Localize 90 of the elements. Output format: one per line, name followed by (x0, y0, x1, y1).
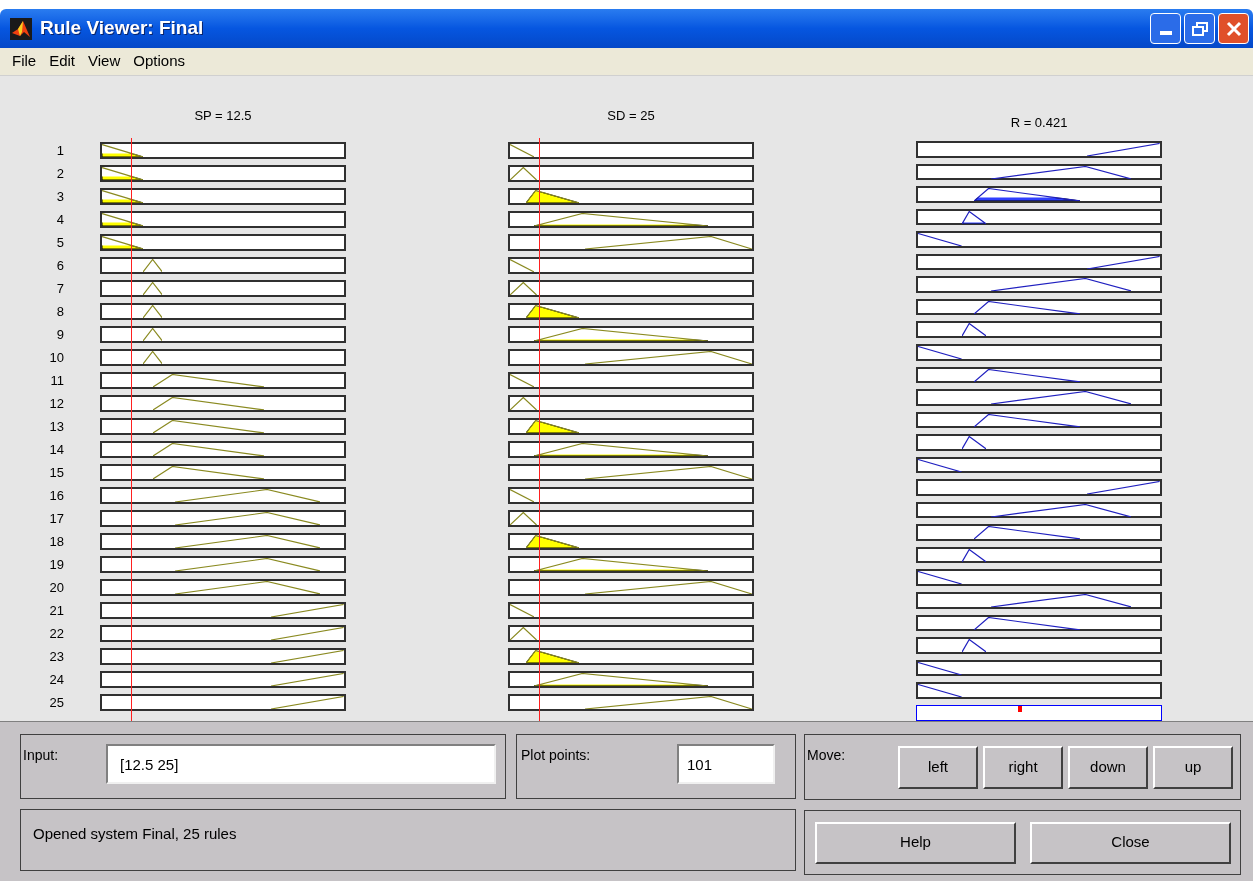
minimize-icon (1159, 31, 1172, 35)
rule-number: 23 (49, 648, 64, 665)
rule-number: 19 (49, 556, 64, 573)
membership-curve (102, 190, 144, 203)
input-marker-line[interactable] (538, 138, 540, 721)
window-title: Rule Viewer: Final (40, 16, 204, 41)
input-marker-line[interactable] (130, 138, 132, 721)
rule-number: 24 (49, 671, 64, 688)
rule-number: 8 (56, 303, 64, 320)
input-field[interactable]: [12.5 25] (106, 744, 496, 784)
membership-curve (510, 489, 535, 502)
move-button[interactable]: up (1153, 746, 1233, 789)
membership-curve (143, 259, 163, 272)
membership-curve (143, 282, 163, 295)
close-icon (1225, 20, 1242, 37)
membership-curve (510, 144, 535, 157)
rule-number: 25 (49, 694, 64, 711)
membership-curve (510, 512, 537, 525)
dialog-button[interactable]: Close (1030, 821, 1231, 864)
restore-button[interactable] (1184, 13, 1215, 44)
rule-number: 2 (56, 165, 64, 182)
move-label: Move: (807, 746, 847, 765)
membership-curve (102, 144, 144, 157)
variable-title: R = 0.421 (1010, 115, 1068, 131)
rule-number: 15 (49, 464, 64, 481)
restore-icon (1191, 21, 1208, 36)
membership-curve (510, 259, 535, 272)
rule-number: 9 (56, 326, 64, 343)
rule-number: 21 (49, 602, 64, 619)
membership-curve (525, 650, 579, 663)
menu-item[interactable]: Edit (43, 50, 82, 73)
membership-curve (102, 213, 144, 226)
rule-number: 10 (49, 349, 64, 366)
membership-curve (510, 627, 537, 640)
menu-item[interactable]: Options (127, 50, 191, 73)
membership-curve (525, 305, 579, 318)
rule-number: 17 (49, 510, 64, 527)
rule-number: 18 (49, 533, 64, 550)
peak-logo-icon (10, 17, 32, 40)
membership-curve (525, 535, 579, 548)
move-button[interactable]: right (983, 746, 1063, 789)
membership-curve (143, 351, 163, 364)
variable-title: SD = 25 (607, 108, 655, 124)
membership-curve (510, 167, 537, 180)
membership-curve (143, 305, 163, 318)
membership-curve (525, 190, 579, 203)
membership-curve (525, 420, 579, 433)
membership-curve (510, 604, 535, 617)
move-button[interactable]: down (1068, 746, 1148, 789)
membership-curve (102, 167, 144, 180)
rule-number: 12 (49, 395, 64, 412)
membership-curve (510, 374, 535, 387)
rule-number: 11 (50, 372, 64, 389)
rule-number: 1 (56, 142, 64, 159)
membership-curve (918, 458, 962, 472)
rule-number: 3 (56, 188, 64, 205)
membership-curve (961, 436, 986, 450)
membership-curve (918, 661, 962, 675)
membership-curve (143, 328, 163, 341)
membership-curve (961, 210, 986, 224)
rule-number: 7 (56, 280, 64, 297)
membership-curve (918, 684, 962, 698)
rule-number: 6 (56, 257, 64, 274)
plot-points-field[interactable]: 101 (677, 744, 775, 784)
rule-number: 20 (49, 579, 64, 596)
input-label: Input: (23, 746, 60, 765)
minimize-button[interactable] (1150, 13, 1181, 44)
menu-item[interactable]: File (6, 50, 43, 73)
rule-number: 22 (49, 625, 64, 642)
membership-curve (918, 345, 962, 359)
menu-item[interactable]: View (82, 50, 127, 73)
plot-points-label: Plot points: (521, 746, 592, 765)
membership-curve (961, 323, 986, 337)
rule-number: 14 (49, 441, 64, 458)
dialog-button[interactable]: Help (815, 821, 1016, 864)
membership-curve (510, 397, 537, 410)
variable-title: SP = 12.5 (194, 108, 252, 124)
membership-curve (918, 571, 962, 585)
membership-curve (961, 548, 986, 562)
status-message: Opened system Final, 25 rules (33, 825, 237, 842)
rule-number: 13 (49, 418, 64, 435)
rule-number: 16 (49, 487, 64, 504)
membership-curve (102, 236, 144, 249)
close-window-button[interactable] (1218, 13, 1249, 44)
membership-curve (961, 639, 986, 653)
membership-curve (510, 282, 537, 295)
move-button[interactable]: left (898, 746, 978, 789)
membership-curve (918, 233, 962, 247)
rule-number: 4 (56, 211, 64, 228)
rule-number: 5 (56, 234, 64, 251)
